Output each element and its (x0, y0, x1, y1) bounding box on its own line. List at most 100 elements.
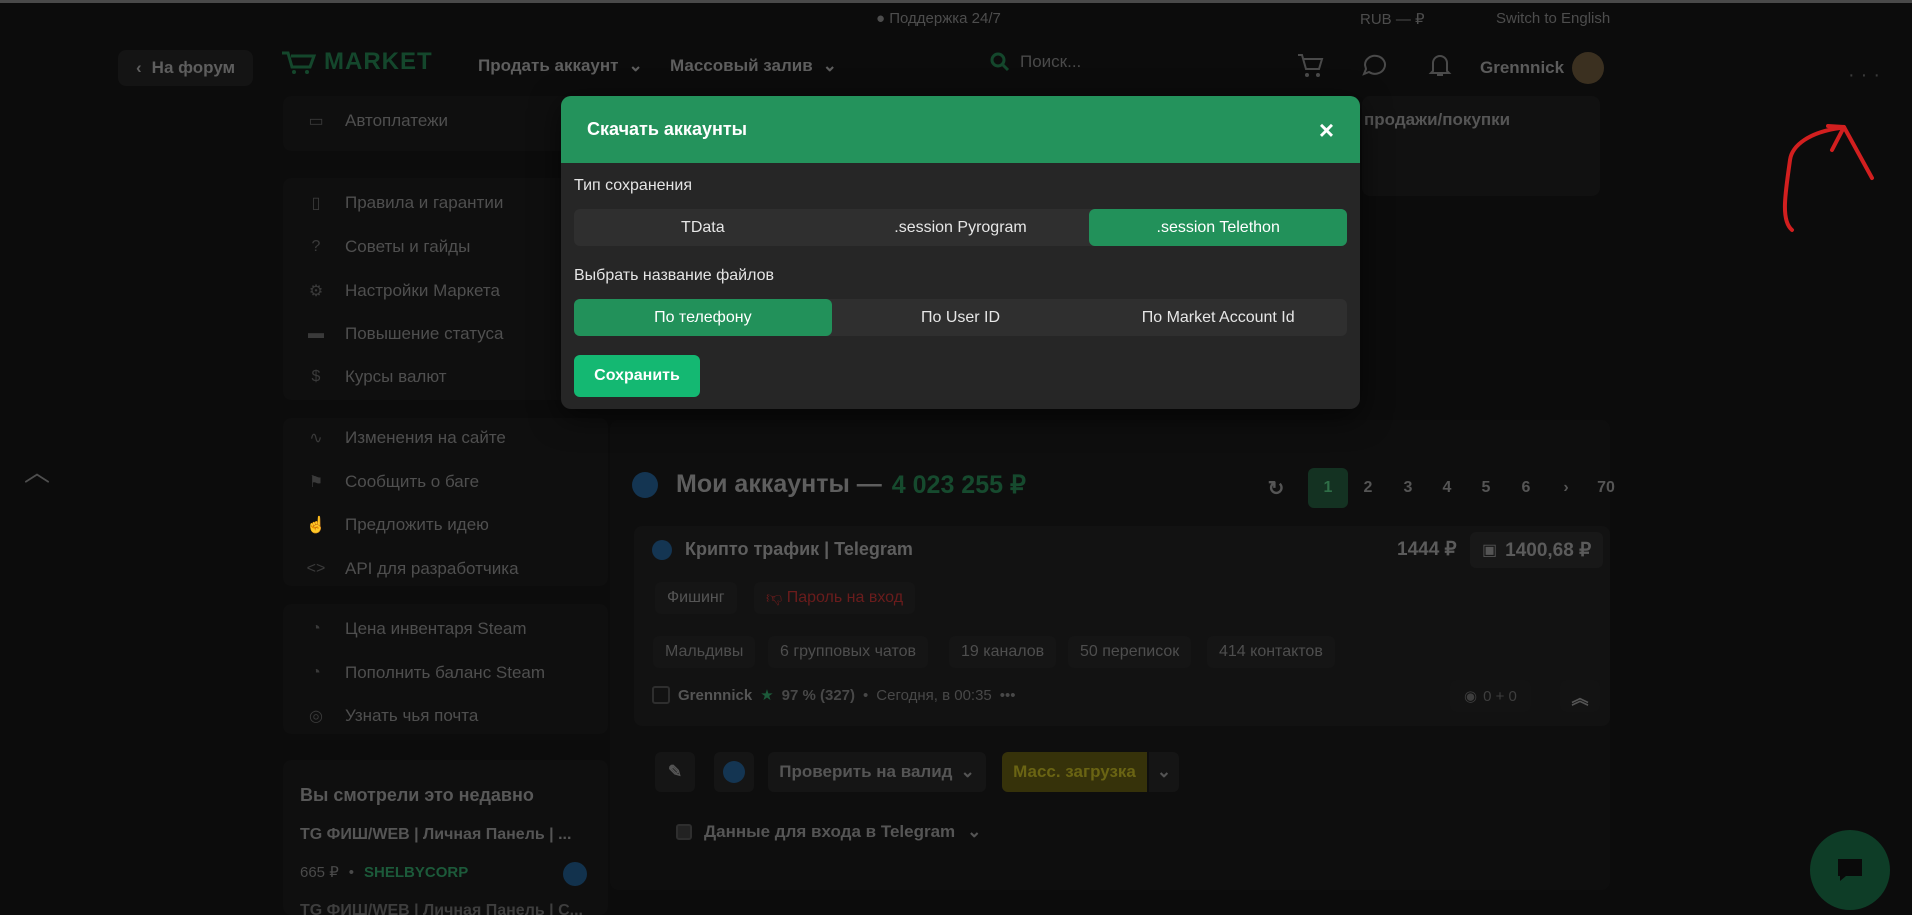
mass-upload-dropdown[interactable]: ⌄ (1149, 752, 1179, 792)
recent-item-link[interactable]: TG ФИШ/WEB | Личная Панель | С... (300, 902, 583, 915)
modal-header: Скачать аккаунты × (561, 96, 1360, 163)
back-label: На форум (151, 58, 236, 77)
chevron-left-icon: ‹ (136, 58, 142, 77)
page-last[interactable]: 70 (1586, 468, 1626, 508)
close-icon[interactable]: × (1319, 117, 1334, 143)
tag-phishing: Фишинг (655, 582, 737, 614)
sidebar-item-label: API для разработчика (345, 559, 519, 578)
chip-contacts: 414 контактов (1207, 636, 1335, 668)
save-button[interactable]: Сохранить (574, 355, 700, 397)
mass-label: Массовый залив (670, 56, 813, 75)
help-icon: ? (311, 238, 321, 255)
page-6[interactable]: 6 (1506, 468, 1546, 508)
username: Grennnick (1480, 58, 1565, 77)
bell-icon[interactable] (1425, 50, 1455, 80)
tablet-icon: ▯ (311, 195, 321, 212)
collapse-icon[interactable]: ︽ (1560, 680, 1600, 712)
option-by-user-id[interactable]: По User ID (832, 299, 1090, 336)
seller-price: 1400,68 ₽ (1505, 539, 1592, 561)
page-title: Мои аккаунты — 4 023 255 ₽ (676, 470, 1026, 500)
sidebar-item-idea[interactable]: ☝ Предложить идею (305, 514, 489, 536)
page-5[interactable]: 5 (1466, 468, 1506, 508)
sidebar-item-tips[interactable]: ? Советы и гайды (305, 236, 471, 258)
back-to-forum-button[interactable]: ‹ На форум (118, 50, 254, 86)
page-1[interactable]: 1 (1308, 468, 1348, 508)
sidebar-item-currency[interactable]: $ Курсы валют (305, 366, 447, 388)
page-3[interactable]: 3 (1388, 468, 1428, 508)
sidebar-item-label: Правила и гарантии (345, 193, 504, 212)
sidebar-item-steam-balance[interactable]: ◔ Пополнить баланс Steam (305, 662, 545, 684)
sidebar-item-steam-price[interactable]: ◔ Цена инвентаря Steam (305, 618, 526, 640)
option-by-phone[interactable]: По телефону (574, 299, 832, 336)
dot-separator: • (348, 863, 355, 881)
support-chat-button[interactable] (1810, 830, 1890, 910)
currency-select[interactable]: RUB — ₽ (1360, 10, 1425, 28)
mass-upload-button[interactable]: Масс. загрузка (1002, 752, 1147, 792)
sidebar-item-changes[interactable]: ∿ Изменения на сайте (305, 427, 506, 449)
sidebar-item-label: Повышение статуса (345, 324, 504, 343)
recent-title: Вы смотрели это недавно (300, 785, 534, 805)
messages-icon[interactable] (1360, 50, 1390, 80)
sidebar-item-bug[interactable]: ⚑ Сообщить о баге (305, 471, 479, 493)
modal-title: Скачать аккаунты (587, 119, 748, 139)
sidebar-item-settings[interactable]: ⚙ Настройки Маркета (305, 280, 500, 302)
search-input[interactable]: Поиск... (990, 52, 1081, 72)
user-menu[interactable]: Grennnick (1480, 52, 1605, 84)
mass-upload-menu[interactable]: Массовый залив ⌄ (670, 56, 837, 76)
telegram-button[interactable] (714, 752, 754, 792)
sidebar-item-api[interactable]: <> API для разработчика (305, 558, 519, 580)
sidebar-item-label: Пополнить баланс Steam (345, 663, 546, 682)
cart-icon[interactable] (1295, 50, 1325, 80)
chat-bubble-icon (1838, 859, 1862, 881)
recent-seller[interactable]: SHELBYCORP (364, 864, 468, 881)
sidebar-item-status[interactable]: ▬ Повышение статуса (305, 323, 504, 345)
seller-name[interactable]: Grennnick (678, 687, 752, 704)
option-pyrogram[interactable]: .session Pyrogram (832, 209, 1090, 246)
thumbs-up-icon: ☝ (306, 517, 326, 534)
recent-item-link[interactable]: TG ФИШ/WEB | Личная Панель | ... (300, 826, 571, 844)
telegram-icon (563, 862, 587, 886)
market-logo[interactable]: MARKET (280, 48, 433, 76)
truck-icon: ▬ (308, 325, 324, 342)
telegram-login-data-toggle[interactable]: Данные для входа в Telegram ⌄ (676, 822, 981, 842)
save-type-selector: TData .session Pyrogram .session Teletho… (574, 209, 1348, 246)
chat-icon: ● (876, 10, 886, 27)
sidebar-item-label: Автоплатежи (345, 111, 448, 130)
search-placeholder: Поиск... (1020, 52, 1082, 71)
search-icon (990, 52, 1010, 72)
scroll-up-icon[interactable]: ︿ (24, 452, 50, 489)
support-label: Поддержка 24/7 (889, 10, 1001, 27)
next-page-icon[interactable]: › (1546, 468, 1586, 508)
chevron-down-icon: ⌄ (967, 822, 982, 841)
sidebar-item-autopayments[interactable]: ▭ Автоплатежи (305, 110, 448, 132)
section-checkbox[interactable] (676, 824, 692, 840)
sell-account-menu[interactable]: Продать аккаунт ⌄ (478, 56, 643, 76)
support-link[interactable]: ● Поддержка 24/7 (876, 10, 1001, 27)
eye-icon: ◉ (1464, 688, 1478, 705)
language-switch[interactable]: Switch to English (1496, 10, 1610, 27)
page-4[interactable]: 4 (1427, 468, 1467, 508)
edit-icon[interactable]: ✎ (655, 752, 695, 792)
chip-chats: 50 переписок (1068, 636, 1192, 668)
option-telethon[interactable]: .session Telethon (1089, 209, 1348, 246)
chip-channels: 19 каналов (949, 636, 1057, 668)
sidebar-item-mail[interactable]: ◎ Узнать чья почта (305, 705, 478, 727)
filename-selector: По телефону По User ID По Market Account… (574, 299, 1347, 336)
telegram-icon (723, 761, 745, 783)
account-title[interactable]: Крипто трафик | Telegram (685, 539, 913, 560)
option-by-market-id[interactable]: По Market Account Id (1089, 299, 1347, 336)
refresh-icon[interactable]: ↻ (1256, 468, 1296, 508)
top-border (0, 0, 1912, 3)
page-2[interactable]: 2 (1348, 468, 1388, 508)
select-checkbox[interactable] (652, 686, 670, 704)
sell-label: Продать аккаунт (478, 56, 619, 75)
star-icon: ★ (760, 687, 774, 704)
more-dots-icon[interactable]: ••• (1000, 687, 1016, 704)
sidebar-item-rules[interactable]: ▯ Правила и гарантии (305, 192, 504, 214)
more-dots-icon[interactable]: ··· (1848, 64, 1886, 87)
steam-icon: ◔ (311, 620, 321, 637)
check-valid-button[interactable]: Проверить на валид ⌄ (768, 752, 986, 792)
option-tdata[interactable]: TData (574, 209, 832, 246)
title-text: Мои аккаунты — (676, 470, 882, 498)
sidebar-item-label: Советы и гайды (345, 237, 471, 256)
